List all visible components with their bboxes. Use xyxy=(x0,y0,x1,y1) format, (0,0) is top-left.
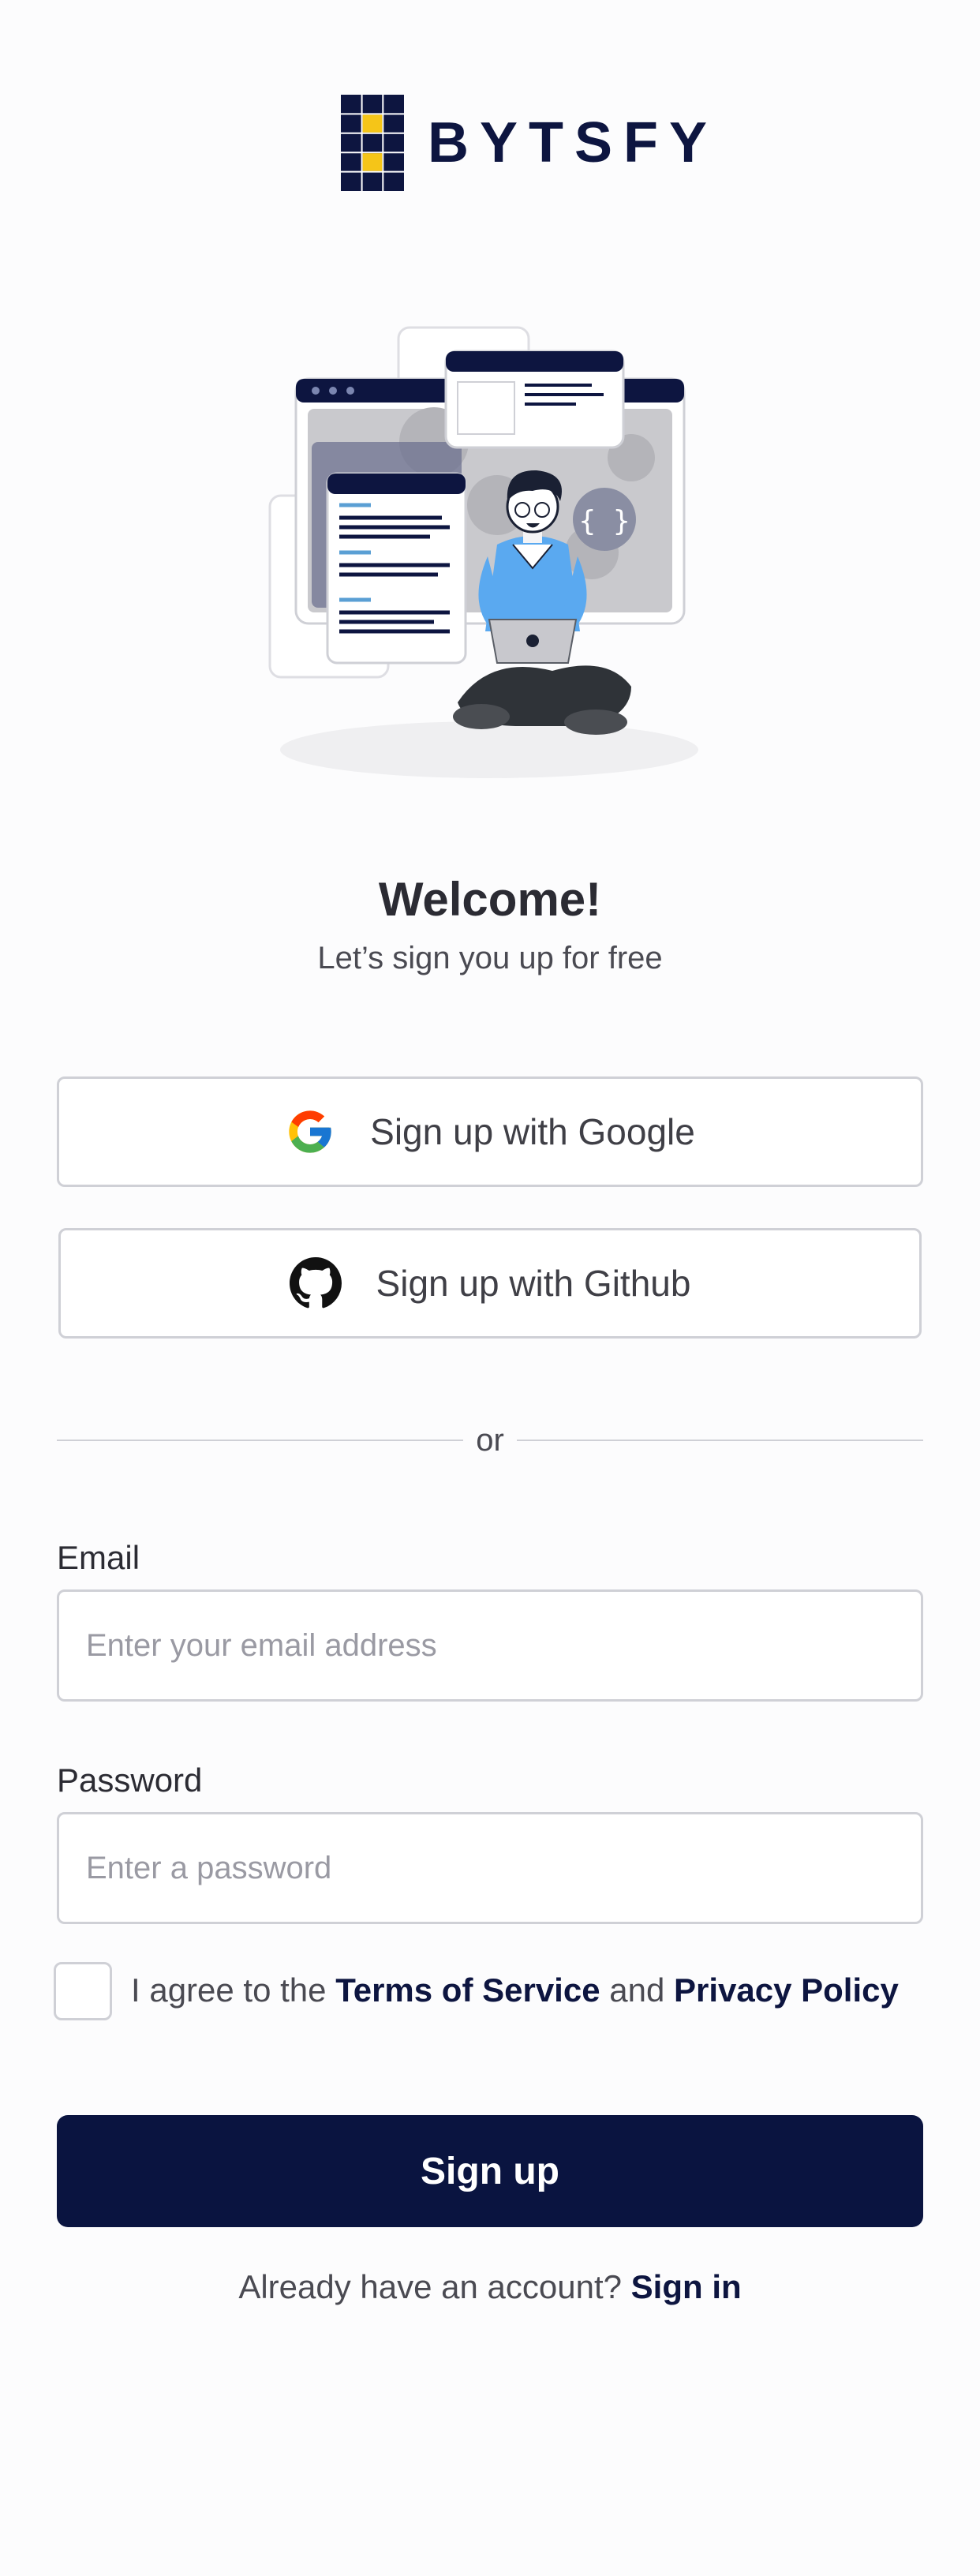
privacy-link[interactable]: Privacy Policy xyxy=(674,1971,899,2009)
terms-link[interactable]: Terms of Service xyxy=(335,1971,600,2009)
google-icon xyxy=(289,1110,331,1153)
signup-button[interactable]: Sign up xyxy=(57,2115,923,2227)
divider-line-right xyxy=(516,1440,924,1441)
signin-link[interactable]: Sign in xyxy=(631,2268,742,2305)
page-subtitle: Let’s sign you up for free xyxy=(317,941,663,975)
password-field[interactable] xyxy=(57,1812,923,1924)
brand-logo: BYTSFY xyxy=(341,95,718,191)
signin-prompt: Already have an account? Sign in xyxy=(0,2268,980,2306)
agree-text: I agree to the Terms of Service and Priv… xyxy=(131,1971,899,2009)
developer-illustration: { } xyxy=(268,326,698,778)
or-divider: or xyxy=(57,1422,924,1458)
divider-label: or xyxy=(476,1422,504,1458)
github-icon xyxy=(289,1257,342,1309)
agree-checkbox[interactable] xyxy=(54,1962,112,2020)
email-field[interactable] xyxy=(57,1589,923,1702)
bytsfy-logo-icon xyxy=(341,95,404,191)
password-label: Password xyxy=(57,1762,203,1799)
email-label: Email xyxy=(57,1539,140,1576)
agree-prefix: I agree to the xyxy=(131,1971,327,2009)
brand-name: BYTSFY xyxy=(428,111,719,174)
divider-line-left xyxy=(57,1440,464,1441)
agree-and: and xyxy=(609,1971,665,2009)
github-signup-button[interactable]: Sign up with Github xyxy=(58,1228,922,1339)
github-signup-label: Sign up with Github xyxy=(376,1263,691,1304)
signin-prompt-text: Already have an account? xyxy=(238,2268,622,2305)
google-signup-label: Sign up with Google xyxy=(370,1111,695,1152)
page-title: Welcome! xyxy=(378,873,602,926)
google-signup-button[interactable]: Sign up with Google xyxy=(57,1076,923,1187)
svg-text:{ }: { } xyxy=(578,505,630,537)
